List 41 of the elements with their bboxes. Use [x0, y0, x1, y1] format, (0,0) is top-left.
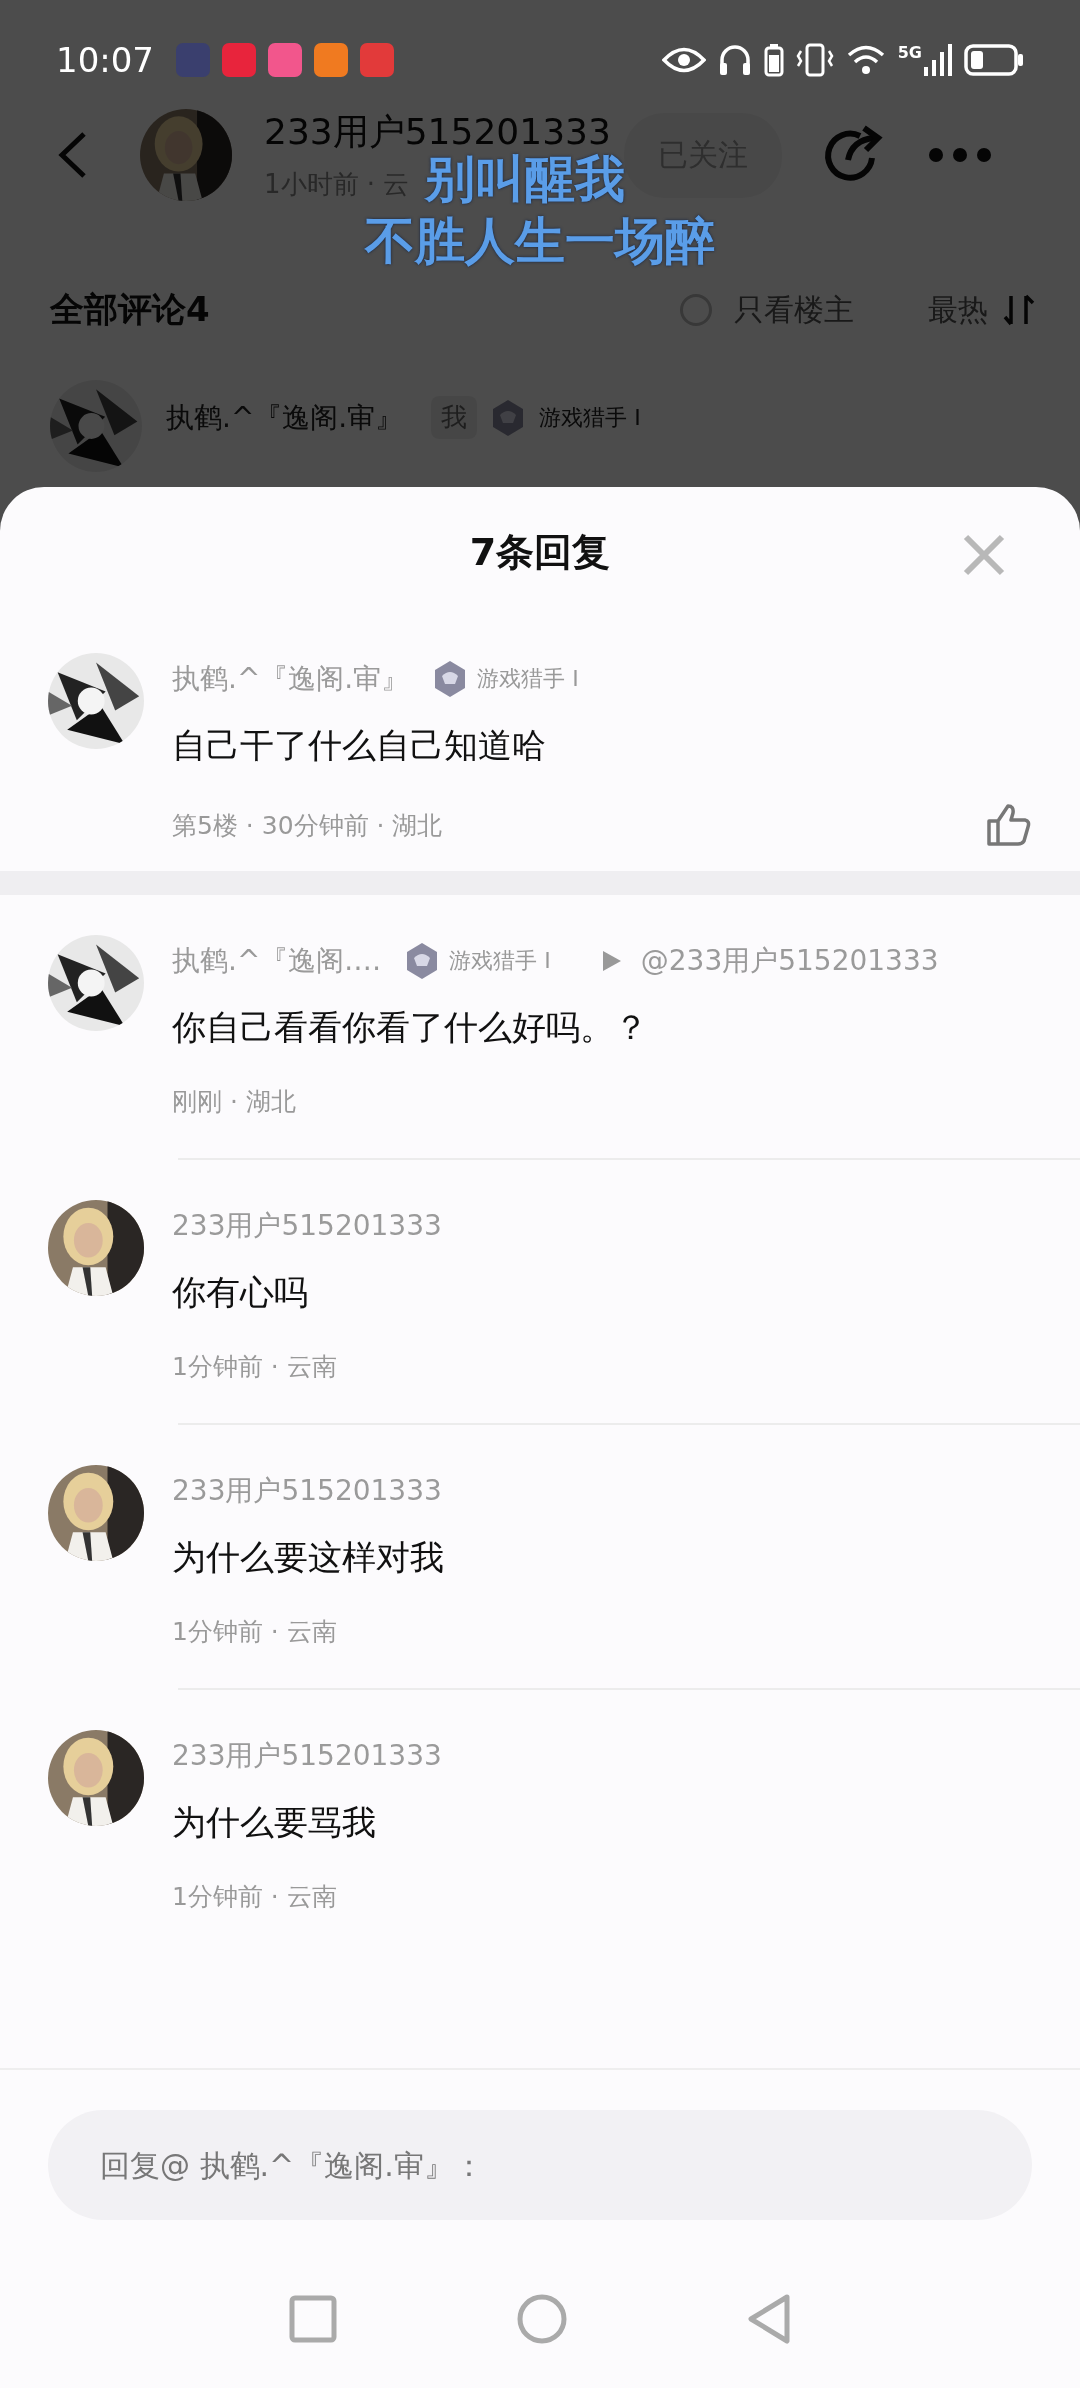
commenter-name[interactable]: 233用户515201333 — [172, 1472, 442, 1510]
status-time: 10:07 — [56, 40, 154, 80]
comment-meta: 1分钟前 · 云南 — [172, 1351, 337, 1383]
commenter-name[interactable]: 执鹤.^『逸阁.审』 — [172, 660, 410, 698]
square-nav-icon[interactable] — [289, 2295, 337, 2343]
home-circle-icon[interactable] — [517, 2294, 567, 2344]
level-label: 游戏猎手 I — [449, 947, 551, 975]
comment-text: 为什么要骂我 — [172, 1801, 377, 1844]
reply-input-field[interactable]: 回复@ 执鹤.^『逸阁.审』： — [48, 2110, 1032, 2220]
caption-text: 别叫醒我 — [425, 149, 625, 210]
comment-text: 你有心吗 — [172, 1271, 309, 1314]
eye-icon — [661, 45, 706, 75]
network-type-label: 5G — [897, 43, 922, 62]
battery-icon — [964, 44, 1024, 76]
hexagon-badge-icon — [405, 942, 440, 980]
close-icon[interactable] — [962, 533, 1006, 577]
vibrate-icon — [795, 43, 834, 77]
comment-meta: 刚刚 · 湖北 — [172, 1086, 296, 1118]
caption-text: 不胜人生一场醉 — [365, 211, 715, 272]
level-label: 游戏猎手 I — [539, 403, 641, 432]
commenter-name[interactable]: 执鹤.^『逸阁.… — [172, 942, 382, 980]
headphones-icon — [717, 44, 752, 76]
sheet-title: 7条回复 — [469, 528, 611, 576]
comment-meta: 1分钟前 · 云南 — [172, 1881, 337, 1913]
comment-text: 自己干了什么自己知道哈 — [172, 724, 547, 767]
comment-meta: 1分钟前 · 云南 — [172, 1616, 337, 1648]
commenter-name[interactable]: 233用户515201333 — [172, 1207, 442, 1245]
commenter-name[interactable]: 233用户515201333 — [172, 1737, 442, 1775]
battery-small-icon — [763, 43, 784, 77]
mention-link[interactable]: @233用户515201333 — [640, 942, 939, 980]
play-arrow-icon — [600, 949, 623, 973]
level-label: 游戏猎手 I — [477, 665, 579, 693]
signal-icon — [924, 43, 952, 77]
comment-text: 为什么要这样对我 — [172, 1536, 445, 1579]
comment-meta: 第5楼 · 30分钟前 · 湖北 — [172, 809, 443, 842]
wifi-icon — [845, 44, 886, 76]
hexagon-badge-icon — [433, 660, 468, 698]
comment-text: 你自己看看你看了什么好吗。？ — [172, 1006, 649, 1049]
comments-title: 全部评论4 — [50, 288, 210, 331]
back-triangle-icon[interactable] — [747, 2294, 791, 2344]
thumbs-up-icon[interactable] — [986, 803, 1032, 847]
